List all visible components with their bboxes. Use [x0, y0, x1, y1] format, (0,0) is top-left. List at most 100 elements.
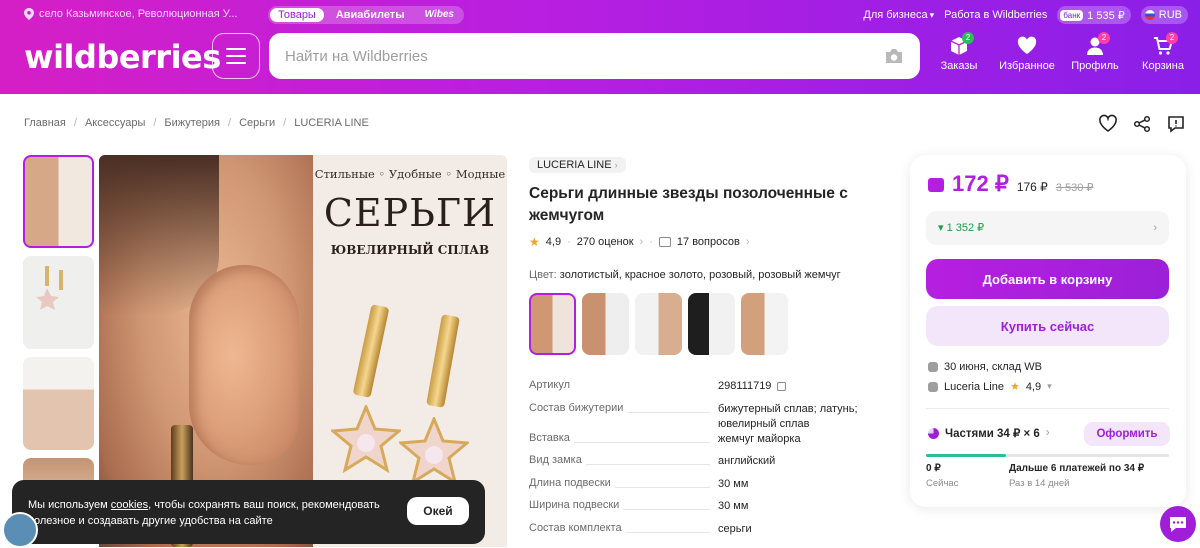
breadcrumb-item[interactable]: Серьги	[239, 117, 275, 129]
spec-row: Вставка жемчуг майорка	[529, 431, 889, 455]
tab-goods[interactable]: Товары	[270, 8, 324, 22]
top-links: Для бизнеса ▾ Работа в Wildberries банк 1…	[863, 6, 1188, 24]
for-business-link[interactable]: Для бизнеса ▾	[863, 9, 934, 21]
breadcrumb-item[interactable]: Главная	[24, 117, 66, 129]
spec-key: Артикул	[529, 379, 575, 391]
heart-outline-icon[interactable]	[1098, 114, 1118, 134]
bank-tag: банк	[1060, 9, 1084, 21]
chevron-down-icon: ▾	[929, 10, 935, 20]
color-swatch[interactable]	[688, 293, 735, 355]
rating-row: ★ 4,9 · 270 оценок › · 17 вопросов ›	[529, 235, 889, 249]
buy-now-button[interactable]: Купить сейчас	[926, 306, 1169, 346]
assistant-avatar[interactable]	[2, 512, 38, 548]
earring-image	[36, 266, 63, 310]
chat-button[interactable]	[1160, 506, 1196, 542]
nav-orders[interactable]: 2 Заказы	[928, 32, 990, 80]
brand-badge[interactable]: LUCERIA LINE ›	[529, 157, 626, 173]
star-pendant	[331, 405, 401, 474]
spec-value: жемчуг майорка	[718, 432, 801, 445]
add-to-cart-button[interactable]: Добавить в корзину	[926, 259, 1169, 299]
chat-icon	[1170, 517, 1186, 532]
product-info: LUCERIA LINE › Серьги длинные звезды поз…	[529, 155, 889, 544]
nav-favorites[interactable]: Избранное	[996, 34, 1058, 80]
thumbnail-list	[23, 155, 94, 506]
thumbnail[interactable]	[23, 357, 94, 450]
spec-key: Длина подвески	[529, 476, 615, 489]
spec-row: Длина подвески 30 мм	[529, 476, 889, 500]
chevron-right-icon: ›	[1153, 222, 1157, 234]
top-bar: село Казьминское, Революционная У... Тов…	[0, 0, 1200, 30]
orders-badge: 2	[962, 32, 974, 44]
spec-key: Вид замка	[529, 454, 586, 466]
spec-row: Состав комплекта серьги	[529, 521, 889, 545]
seller-name: Luceria Line	[944, 380, 1004, 393]
order-installments-button[interactable]: Оформить	[1084, 422, 1170, 446]
copy-icon[interactable]	[777, 381, 787, 391]
nav-profile[interactable]: 2 Профиль	[1064, 32, 1126, 80]
breadcrumb-separator: /	[283, 117, 287, 129]
cookie-accept-button[interactable]: Окей	[407, 497, 469, 525]
spec-key-cell: Состав бижутерии	[529, 401, 718, 414]
spec-key: Состав бижутерии	[529, 401, 628, 414]
dot-separator: ·	[649, 236, 653, 248]
thumbnail[interactable]	[23, 256, 94, 349]
camera-icon[interactable]	[884, 48, 904, 64]
thumbnail[interactable]	[23, 155, 94, 248]
pay-now-amount: 0 ₽	[926, 463, 941, 474]
spec-value: 30 мм	[718, 477, 749, 490]
tab-flights[interactable]: Авиабилеты	[328, 8, 413, 22]
bank-balance[interactable]: банк 1 535 ₽	[1057, 6, 1131, 24]
chevron-down-icon: ▾	[1047, 381, 1052, 391]
tab-wibes[interactable]: Wibes	[417, 8, 462, 22]
header-nav: 2 Заказы Избранное 2 Профиль 2 Корзина	[928, 32, 1194, 80]
breadcrumb: Главная / Аксессуары / Бижутерия / Серьги / …	[24, 117, 369, 129]
installments-row[interactable]: Частями 34 ₽ × 6 ›	[928, 426, 1050, 440]
spec-table: Артикул 298111719 Состав бижутерии бижутер…	[529, 379, 889, 544]
location-selector[interactable]: село Казьминское, Революционная У...	[24, 8, 237, 20]
spec-value: бижутерный сплав; латунь; ювелирный спла…	[718, 402, 858, 430]
search-input[interactable]	[285, 33, 865, 79]
color-swatch[interactable]	[529, 293, 576, 355]
breadcrumb-item[interactable]: LUCERIA LINE	[294, 117, 369, 129]
reviews-link[interactable]: 270 оценок	[577, 236, 634, 248]
color-swatch[interactable]	[741, 293, 788, 355]
seller-info[interactable]: Luceria Line ★ 4,9 ▾	[928, 380, 1052, 393]
currency-selector[interactable]: RUB	[1140, 6, 1188, 24]
spec-value: 30 мм	[718, 500, 749, 512]
cookie-banner: Мы используем cookies, чтобы сохранять в…	[12, 480, 485, 544]
cookies-link[interactable]: cookies	[111, 499, 148, 511]
spec-key-cell: Длина подвески	[529, 476, 718, 489]
article-number: 298111719	[718, 380, 772, 392]
location-pin-icon	[24, 8, 34, 20]
questions-link[interactable]: 17 вопросов	[677, 236, 740, 248]
questions-icon	[658, 237, 671, 247]
nav-profile-label: Профиль	[1071, 60, 1119, 72]
menu-button[interactable]	[212, 33, 260, 79]
logo[interactable]: wildberries	[24, 38, 221, 76]
cookie-text-before: Мы используем	[28, 499, 111, 511]
dot-separator: ·	[567, 236, 571, 248]
spec-key: Состав комплекта	[529, 521, 626, 534]
spec-row: Состав бижутерии бижутерный сплав; латунь…	[529, 401, 889, 432]
work-link[interactable]: Работа в Wildberries	[944, 9, 1047, 21]
spec-row: Артикул 298111719	[529, 379, 889, 402]
breadcrumb-item[interactable]: Аксессуары	[85, 117, 145, 129]
bonus-row[interactable]: ▾ 1 352 ₽ ›	[926, 211, 1169, 245]
star-pendant	[399, 417, 469, 486]
pay-now-caption: Сейчас	[926, 478, 959, 489]
spec-row: Вид замка английский	[529, 454, 889, 477]
share-icon[interactable]	[1132, 114, 1152, 134]
color-swatch[interactable]	[635, 293, 682, 355]
chevron-right-icon: ›	[745, 236, 750, 248]
nav-cart-label: Корзина	[1142, 60, 1184, 72]
nav-cart[interactable]: 2 Корзина	[1132, 32, 1194, 80]
color-swatch[interactable]	[582, 293, 629, 355]
flag-icon	[1144, 10, 1155, 20]
spec-key: Ширина подвески	[529, 499, 624, 511]
breadcrumb-item[interactable]: Бижутерия	[164, 117, 220, 129]
brand-name: LUCERIA LINE	[537, 159, 612, 171]
hamburger-line	[226, 55, 246, 57]
installments-label: Частями 34 ₽ × 6	[945, 428, 1040, 440]
report-icon[interactable]	[1166, 114, 1186, 134]
bank-amount: 1 535 ₽	[1087, 9, 1125, 22]
